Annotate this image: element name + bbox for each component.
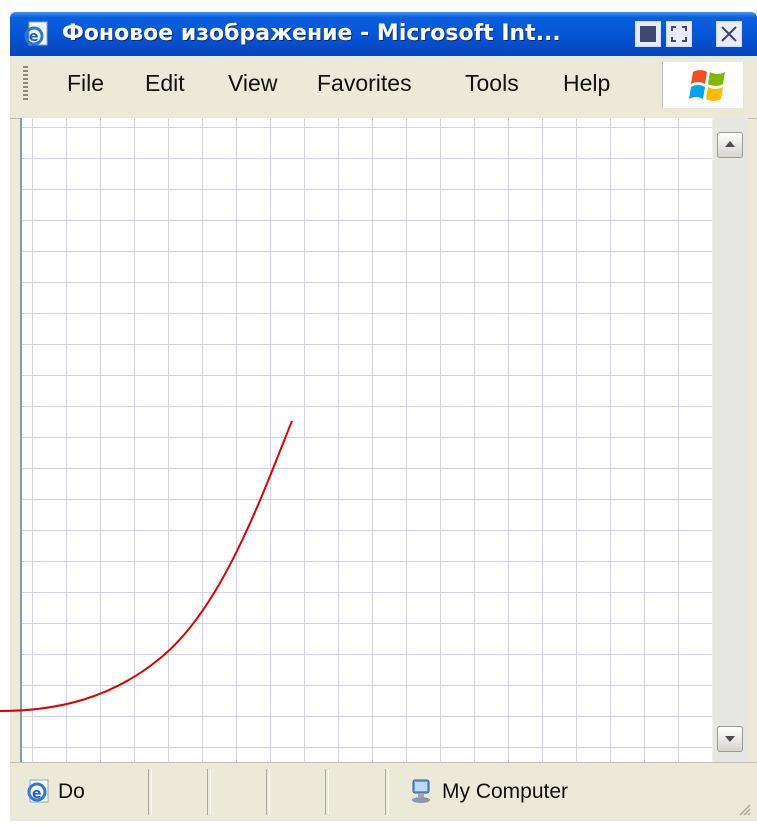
toolbar-grip[interactable] [23,66,28,102]
maximize-icon [671,26,687,42]
status-divider [385,769,389,815]
menu-help[interactable]: Help [563,67,610,99]
my-computer-icon [412,779,430,803]
close-button[interactable] [716,21,742,47]
status-divider [325,769,329,815]
close-icon [721,26,737,42]
window-title: Фоновое изображение - Microsoft Int... [62,21,561,46]
menu-tools[interactable]: Tools [465,67,519,99]
title-bar[interactable]: e Фоновое изображение - Microsoft Int... [10,12,757,56]
page-content[interactable] [20,118,714,762]
status-text: Do [58,780,85,803]
ie-icon: e [27,779,49,803]
svg-text:e: e [32,786,42,802]
resize-grip-icon[interactable] [736,801,752,817]
menu-edit[interactable]: Edit [145,67,185,99]
ie-page-icon: e [24,21,48,46]
throbber [662,62,743,108]
vertical-scrollbar[interactable] [712,118,748,762]
arrow-down-icon [725,736,735,742]
windows-logo-icon [689,70,725,101]
status-divider [266,769,270,815]
status-bar: e Do My Computer [10,762,757,821]
maximize-button[interactable] [666,21,692,47]
scroll-down-button[interactable] [717,726,743,752]
menu-bar: File Edit View Favorites Tools Help [10,56,757,119]
status-divider [148,769,152,815]
security-zone-label: My Computer [442,780,569,803]
menu-favorites[interactable]: Favorites [317,67,412,99]
menu-view[interactable]: View [228,67,277,99]
status-divider [207,769,211,815]
arrow-up-icon [725,141,735,147]
minimize-button[interactable] [635,21,661,47]
browser-window: e Фоновое изображение - Microsoft Int...… [10,12,757,821]
menu-file[interactable]: File [67,67,104,99]
svg-text:e: e [29,29,39,45]
scroll-up-button[interactable] [717,132,743,158]
